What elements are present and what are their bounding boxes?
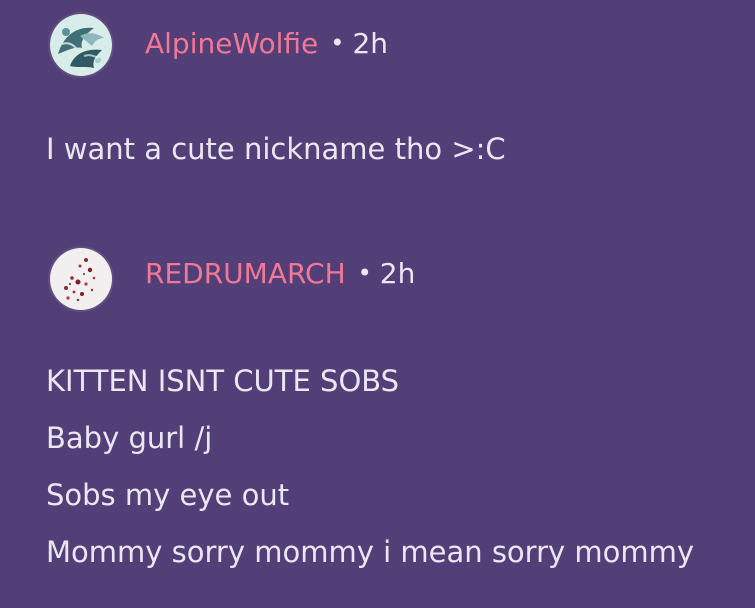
- username-link[interactable]: AlpineWolfie: [145, 27, 318, 60]
- comment-line: KITTEN ISNT CUTE SOBS: [46, 364, 400, 398]
- avatar[interactable]: [50, 14, 112, 76]
- comment-line: Mommy sorry mommy i mean sorry mommy: [46, 535, 695, 569]
- comment-header: AlpineWolfie • 2h: [0, 0, 755, 90]
- timestamp: 2h: [352, 27, 388, 60]
- wolf-avatar-icon: [50, 14, 112, 76]
- comment-body: I want a cute nickname tho >:C: [46, 121, 506, 178]
- username-link[interactable]: REDRUMARCH: [145, 257, 346, 290]
- comment-line: I want a cute nickname tho >:C: [46, 132, 506, 166]
- comment-body: KITTEN ISNT CUTE SOBS Baby gurl /j Sobs …: [46, 353, 694, 581]
- comment-line: Baby gurl /j: [46, 421, 213, 455]
- comment-header: REDRUMARCH • 2h: [0, 230, 755, 320]
- timestamp: 2h: [379, 257, 416, 290]
- separator-dot: •: [357, 259, 372, 287]
- comment-meta: REDRUMARCH • 2h: [145, 256, 415, 293]
- comment-meta: AlpineWolfie • 2h: [145, 26, 388, 63]
- avatar[interactable]: [50, 248, 112, 310]
- splatter-avatar-icon: [50, 248, 112, 310]
- separator-dot: •: [330, 29, 345, 57]
- comment-line: Sobs my eye out: [46, 478, 290, 512]
